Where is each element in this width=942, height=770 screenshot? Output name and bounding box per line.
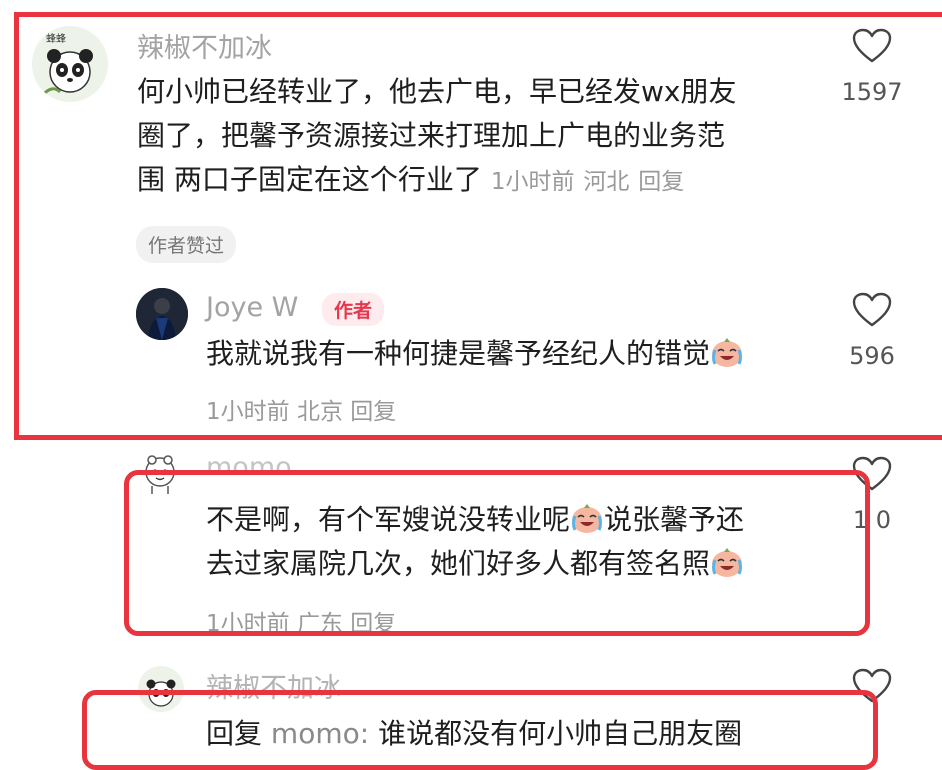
heart-icon[interactable] xyxy=(852,28,892,64)
comment-text: 何小帅已经转业了，他去广电，早已经发wx朋友 圈了，把馨予资源接过来打理加上广电… xyxy=(137,70,736,204)
comment-text-line-end: 围 两口子固定在这个行业了 xyxy=(137,163,482,196)
svg-text:蜂蜂: 蜂蜂 xyxy=(46,32,66,45)
like-count: 596 xyxy=(849,342,895,370)
comment-text: 我就说我有一种何捷是馨予经纪人的错觉 xyxy=(206,332,744,376)
comment-text-line: 圈了，把馨予资源接过来打理加上广电的业务范 xyxy=(137,119,726,152)
comment-username[interactable]: 辣椒不加冰 xyxy=(206,666,341,705)
comment-text-line: 我就说我有一种何捷是馨予经纪人的错觉 xyxy=(206,337,711,370)
comment-text: 不是啊，有个军嫂说没转业呢 说张馨予还 去过家属院几次，她们好多人都有签名照 xyxy=(206,498,744,586)
author-liked-badge: 作者赞过 xyxy=(136,226,237,263)
comment-text: 回复 momo: 谁说都没有何小帅自己朋友圈 xyxy=(206,712,742,756)
crying-laughing-emoji-icon xyxy=(572,504,603,533)
author-tag: 作者 xyxy=(322,293,385,326)
avatar[interactable] xyxy=(138,666,184,712)
crying-laughing-emoji-icon xyxy=(712,548,743,577)
panda-avatar-icon xyxy=(138,666,184,712)
comment-text-line: 去过家属院几次，她们好多人都有签名照 xyxy=(206,542,744,586)
avatar[interactable]: 蜂蜂 xyxy=(32,26,108,102)
avatar[interactable] xyxy=(138,452,182,496)
heart-icon[interactable] xyxy=(852,292,892,328)
like-count: 1 0 xyxy=(852,506,892,534)
comment-time: 1小时前 xyxy=(490,169,575,195)
crying-laughing-emoji-icon xyxy=(712,338,743,367)
comment-username[interactable]: momo xyxy=(206,452,292,474)
comment-time: 1小时前 xyxy=(206,399,290,425)
comment-time: 1小时前 xyxy=(206,611,290,637)
reply-to-username[interactable]: momo: xyxy=(271,717,369,750)
comment-text-line: 何小帅已经转业了，他去广电，早已经发wx朋友 xyxy=(137,75,737,108)
heart-icon[interactable] xyxy=(852,668,892,704)
comment-text-line: 不是啊，有个军嫂说没转业呢 说张馨予还 xyxy=(206,498,744,542)
comment-text-line: 围 两口子固定在这个行业了 1小时前 河北 回复 xyxy=(137,158,736,204)
comment-location: 广东 xyxy=(296,611,343,637)
comment-meta: 1小时前 北京 回复 xyxy=(206,392,396,426)
comment-meta: 1小时前 广东 回复 xyxy=(206,604,396,638)
cartoon-avatar-icon xyxy=(138,452,182,496)
like-count: 1597 xyxy=(841,78,903,106)
comment-username[interactable]: Joye W xyxy=(206,292,298,323)
comment-text-segment: 不是啊，有个军嫂说没转业呢 xyxy=(206,503,571,536)
panda-avatar-icon: 蜂蜂 xyxy=(32,26,108,102)
reply-prefix: 回复 xyxy=(206,717,263,750)
reply-button[interactable]: 回复 xyxy=(350,399,396,425)
comment-username[interactable]: 辣椒不加冰 xyxy=(137,26,272,65)
comment-text-segment: 谁说都没有何小帅自己朋友圈 xyxy=(378,717,743,750)
comment-text-segment: 说张馨予还 xyxy=(604,503,745,536)
heart-icon[interactable] xyxy=(852,456,892,492)
comment-text-segment: 去过家属院几次，她们好多人都有签名照 xyxy=(206,547,711,580)
reply-button[interactable]: 回复 xyxy=(638,169,684,195)
comment-location: 北京 xyxy=(296,399,343,425)
reply-button[interactable]: 回复 xyxy=(350,611,396,637)
person-avatar-icon xyxy=(136,288,188,340)
avatar[interactable] xyxy=(136,288,188,340)
comment-location: 河北 xyxy=(583,169,630,195)
